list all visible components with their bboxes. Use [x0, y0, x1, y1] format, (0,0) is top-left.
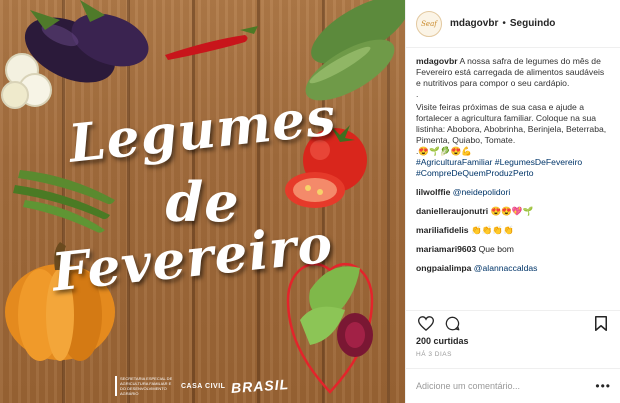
- separator-dot: •: [502, 18, 506, 29]
- comment-username[interactable]: lilwolffie: [416, 187, 450, 197]
- comment-text[interactable]: @alannaccaldas: [474, 263, 538, 273]
- comment-username[interactable]: mariamari9603: [416, 244, 476, 254]
- comment-item: ongpaialimpa @alannaccaldas: [416, 263, 610, 274]
- like-button[interactable]: [416, 314, 436, 334]
- post-panel: Seaf mdagovbr • Seguindo mdagovbr A noss…: [405, 0, 620, 403]
- ministry-logo-text: Secretaria Especial de Agricultura Famil…: [115, 376, 175, 396]
- comment-button[interactable]: [442, 314, 462, 334]
- comment-text: 😍😍💖🌱: [490, 206, 534, 216]
- post-caption: mdagovbr A nossa safra de legumes do mês…: [416, 56, 610, 179]
- caption-text-2: .: [416, 89, 419, 99]
- heart-icon: [418, 316, 434, 331]
- comment-item: danielleraujonutri 😍😍💖🌱: [416, 206, 610, 217]
- post-header: Seaf mdagovbr • Seguindo: [406, 0, 620, 48]
- caption-text-3: Visite feiras próximas de sua casa e aju…: [416, 102, 607, 145]
- post-timestamp[interactable]: HÁ 3 DIAS: [416, 351, 452, 358]
- add-comment-bar: •••: [406, 368, 620, 403]
- comment-bubble-icon: [445, 316, 459, 331]
- brasil-logo: BRASIL: [230, 375, 291, 397]
- follow-button[interactable]: Seguindo: [510, 18, 556, 29]
- comment-item: mariamari9603 Que bom: [416, 244, 610, 255]
- more-options-icon[interactable]: •••: [595, 379, 611, 393]
- comment-username[interactable]: danielleraujonutri: [416, 206, 488, 216]
- avatar[interactable]: Seaf: [416, 10, 442, 37]
- caption-hashtags[interactable]: #AgriculturaFamiliar #LegumesDeFevereiro…: [416, 157, 610, 179]
- comment-text[interactable]: @neidepolidori: [453, 187, 510, 197]
- header-username[interactable]: mdagovbr: [450, 18, 498, 29]
- bookmark-icon: [595, 316, 607, 331]
- caption-emojis: .😍🌱🥬😍💪: [416, 146, 472, 156]
- comment-text: Que bom: [478, 244, 514, 254]
- comment-item: mariliafidelis 👏👏👏👏: [416, 225, 610, 236]
- comment-username[interactable]: ongpaialimpa: [416, 263, 471, 273]
- likes-count[interactable]: 200 curtidas: [416, 336, 469, 346]
- chili-pepper: [165, 26, 258, 60]
- casa-civil-logo: CASA CIVIL: [181, 382, 226, 390]
- comment-username[interactable]: mariliafidelis: [416, 225, 469, 235]
- post-actions: [406, 310, 620, 336]
- caption-username[interactable]: mdagovbr: [416, 56, 458, 66]
- post-image[interactable]: Legumes de Fevereiro Secretaria Especial…: [0, 0, 405, 403]
- avatar-text: Seaf: [421, 19, 437, 28]
- comment-input[interactable]: [416, 381, 596, 391]
- comment-text: 👏👏👏👏: [470, 225, 514, 235]
- footer-logos: Secretaria Especial de Agricultura Famil…: [115, 375, 305, 397]
- comments-section[interactable]: mdagovbr A nossa safra de legumes do mês…: [406, 48, 620, 310]
- comment-item: lilwolffie @neidepolidori: [416, 187, 610, 198]
- save-button[interactable]: [591, 314, 611, 334]
- heart-illustration: [286, 262, 374, 394]
